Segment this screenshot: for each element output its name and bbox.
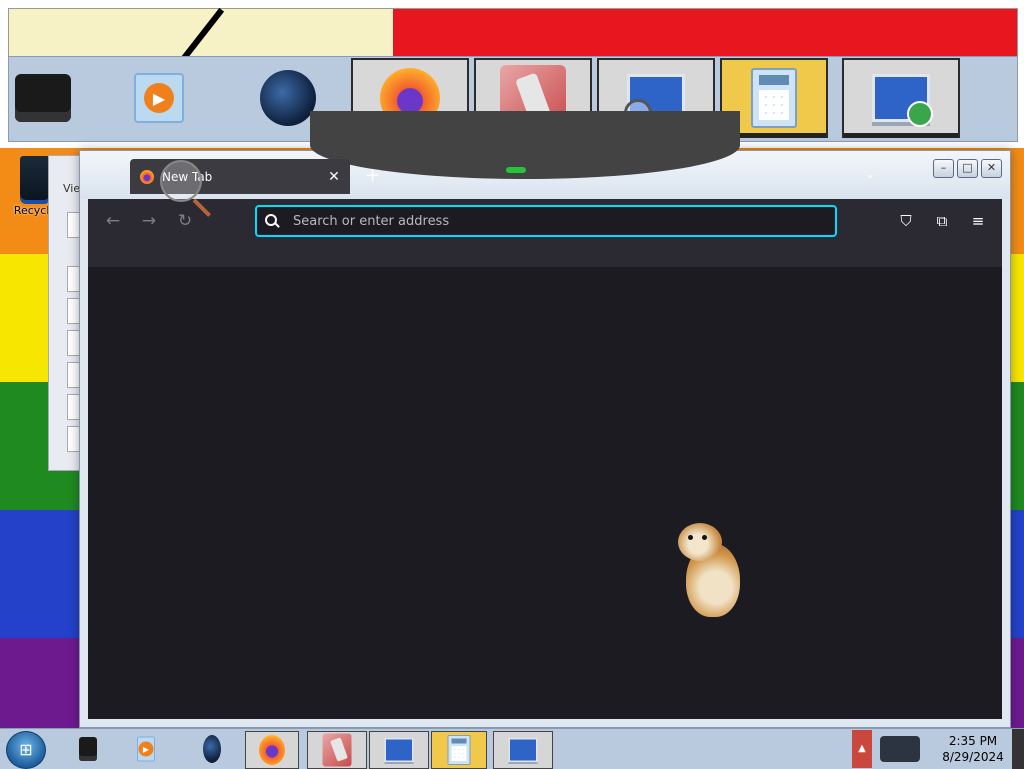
dock-remote-desktop[interactable] (842, 58, 960, 138)
new-tab-button[interactable]: + (365, 165, 380, 186)
taskbar-globe[interactable] (194, 731, 230, 767)
disk-cleanup-icon (322, 733, 352, 767)
taskbar-firefox[interactable] (245, 731, 299, 769)
pocket-icon[interactable]: ⛉ (894, 209, 918, 233)
start-button[interactable]: ⊞ (6, 731, 46, 769)
taskbar-calculator[interactable] (431, 731, 487, 769)
calculator-icon (751, 68, 797, 128)
dock-media-player[interactable]: ▶ (129, 57, 189, 139)
show-hidden-icons-button[interactable]: ▲ (852, 730, 872, 768)
show-desktop-button[interactable] (1012, 729, 1024, 769)
windows-logo-icon: ⊞ (19, 740, 33, 759)
taskbar-disk-cleanup[interactable] (307, 731, 367, 769)
taskbar-media-player[interactable]: ▶ (128, 731, 164, 767)
top-banner (8, 7, 1018, 63)
title-bar[interactable]: New Tab ✕ + ⌄ – □ ✕ (80, 111, 1010, 199)
nav-toolbar: ← → ↻ ⛉ ⧉ ≡ (88, 199, 1002, 267)
search-icon (265, 214, 279, 228)
minimize-button[interactable]: – (933, 159, 954, 178)
maximize-button[interactable]: □ (957, 159, 978, 178)
forward-button[interactable]: → (134, 209, 164, 233)
media-player-icon: ▶ (137, 736, 155, 762)
camera-tray-icon[interactable] (880, 736, 920, 762)
taskbar-search-computer[interactable] (369, 731, 429, 769)
recycle-bin-icon (20, 156, 50, 200)
media-player-icon: ▶ (134, 73, 184, 123)
taskbar-remote-desktop[interactable] (493, 731, 553, 769)
calculator-icon (447, 735, 471, 765)
page-content[interactable] (88, 267, 1002, 719)
firefox-icon (259, 735, 285, 765)
browser-window: New Tab ✕ + ⌄ – □ ✕ ← → ↻ ⛉ ⧉ ≡ (79, 111, 1011, 728)
banner-slash (179, 7, 225, 63)
firefox-favicon-icon (140, 169, 154, 184)
extensions-icon[interactable]: ⧉ (930, 209, 954, 233)
back-button[interactable]: ← (98, 209, 128, 233)
clock-time: 2:35 PM (948, 734, 998, 748)
menu-icon[interactable]: ≡ (966, 209, 990, 233)
hamster-image (678, 523, 742, 623)
taskbar-printer[interactable] (70, 731, 106, 767)
globe-icon (203, 735, 221, 763)
close-window-button[interactable]: ✕ (981, 159, 1002, 178)
remote-desktop-icon (872, 74, 933, 127)
globe-icon (260, 70, 316, 126)
taskbar: ⊞ ▶ ▲ 2:35 PM 8/29/2024 (0, 728, 1024, 769)
magnifier-cursor-icon (160, 160, 202, 202)
tab-close-icon[interactable]: ✕ (324, 169, 344, 185)
printer-icon (15, 74, 71, 122)
banner-red-block (393, 9, 1017, 57)
background-window-label: Vie (63, 182, 81, 195)
search-computer-icon (384, 738, 414, 762)
clock-date: 8/29/2024 (942, 750, 1004, 764)
url-bar[interactable] (255, 205, 837, 237)
url-input[interactable] (291, 212, 835, 230)
dock-printer[interactable] (9, 57, 77, 139)
remote-desktop-icon (508, 738, 538, 762)
list-all-tabs-button[interactable]: ⌄ (865, 167, 875, 181)
clock[interactable]: 2:35 PM 8/29/2024 (934, 733, 1012, 765)
reload-button[interactable]: ↻ (170, 209, 200, 233)
printer-icon (79, 737, 97, 761)
